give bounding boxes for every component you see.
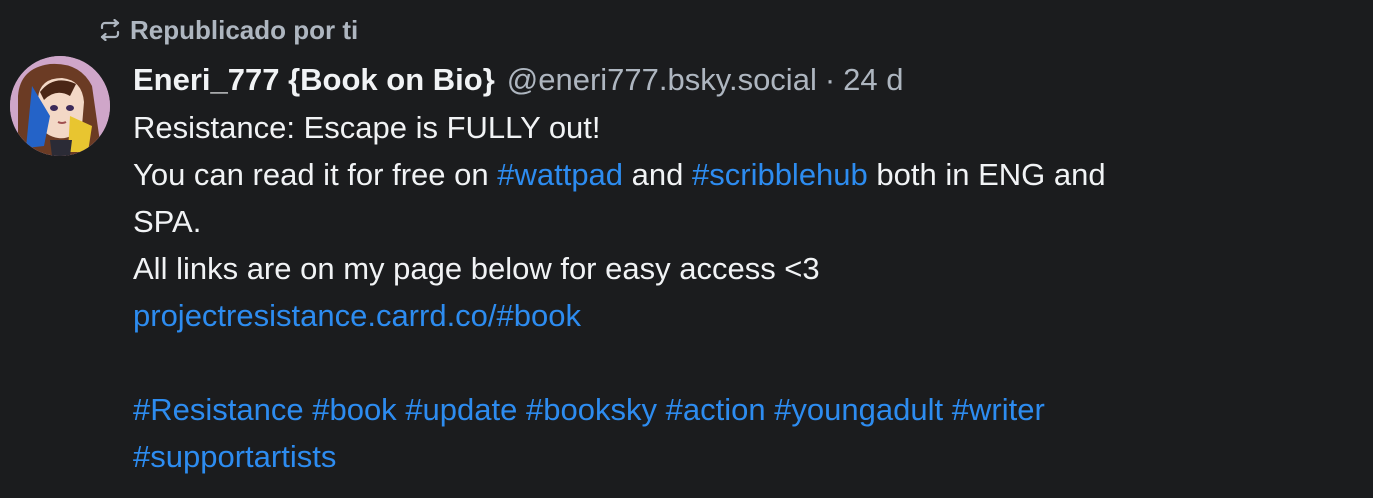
hashtag-booksky[interactable]: #booksky [526, 392, 657, 427]
post-line-4: All links are on my page below for easy … [133, 251, 820, 286]
avatar[interactable] [10, 56, 110, 156]
post-line-3: SPA. [133, 204, 202, 239]
author-display-name[interactable]: Eneri_777 {Book on Bio} [133, 62, 495, 98]
post-content: Eneri_777 {Book on Bio} @eneri777.bsky.s… [133, 56, 1353, 480]
hashtag-supportartists[interactable]: #supportartists [133, 439, 336, 474]
repost-indicator[interactable]: Republicado por ti [98, 12, 358, 48]
hashtag-writer[interactable]: #writer [952, 392, 1045, 427]
post-line-2-text-c: both in ENG and [867, 157, 1106, 192]
repost-icon [98, 19, 122, 41]
hashtag-update[interactable]: #update [405, 392, 517, 427]
hashtag-action[interactable]: #action [666, 392, 766, 427]
post-timestamp[interactable]: 24 d [843, 62, 903, 98]
hashtag-line-2: #supportartists [133, 433, 1353, 480]
hashtag-book[interactable]: #book [312, 392, 396, 427]
post-line-1: Resistance: Escape is FULLY out! [133, 110, 601, 145]
author-handle[interactable]: @eneri777.bsky.social [507, 62, 817, 98]
hashtag-youngadult[interactable]: #youngadult [774, 392, 943, 427]
post-line-2-text-b: and [623, 157, 692, 192]
hashtag-resistance[interactable]: #Resistance [133, 392, 304, 427]
post-header: Eneri_777 {Book on Bio} @eneri777.bsky.s… [133, 56, 1353, 104]
post-link[interactable]: projectresistance.carrd.co/#book [133, 298, 581, 333]
post-line-2-text-a: You can read it for free on [133, 157, 498, 192]
post-line-2: You can read it for free on #wattpad and… [133, 151, 1353, 198]
header-separator: · [824, 62, 836, 97]
post-link-line: projectresistance.carrd.co/#book [133, 292, 1353, 339]
post-body: Resistance: Escape is FULLY out! You can… [133, 104, 1353, 480]
hashtag-wattpad[interactable]: #wattpad [497, 157, 623, 192]
hashtag-scribblehub[interactable]: #scribblehub [692, 157, 868, 192]
repost-label: Republicado por ti [130, 14, 359, 45]
hashtag-line-1: #Resistance #book #update #booksky #acti… [133, 386, 1353, 433]
